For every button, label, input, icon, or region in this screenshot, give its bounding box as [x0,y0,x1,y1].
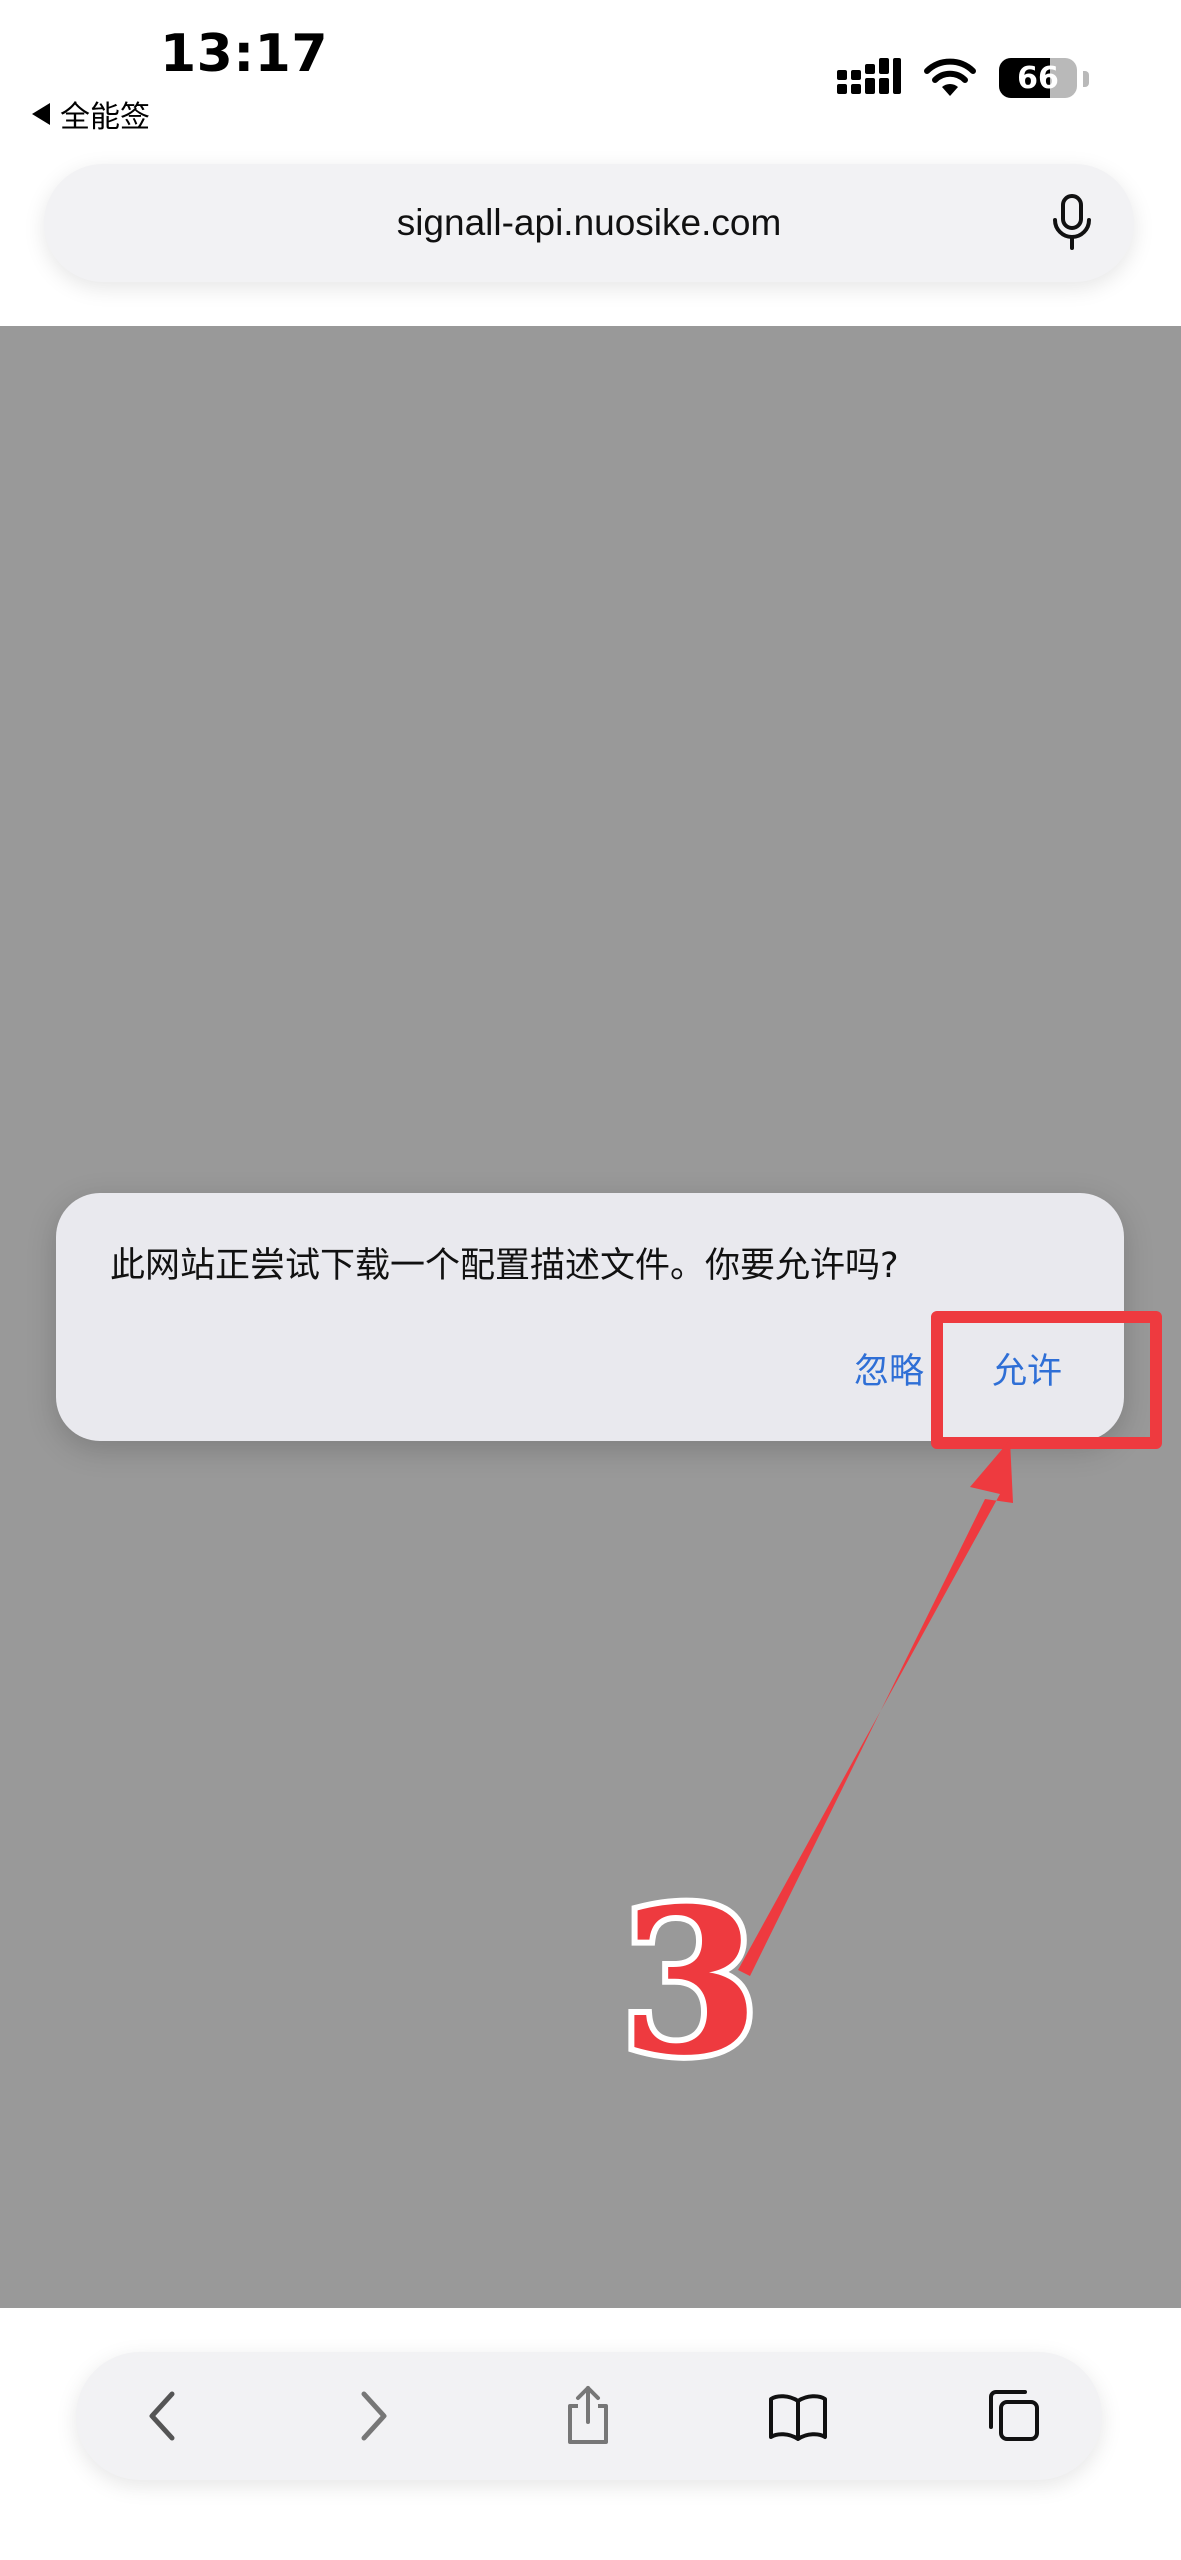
screen: 13:17 全能签 66 signall-api.nuosike.com 此网站… [0,0,1181,2560]
url-text: signall-api.nuosike.com [396,202,782,243]
battery-icon: 66 [999,58,1077,98]
ignore-button[interactable]: 忽略 [854,1343,924,1394]
address-bar[interactable]: signall-api.nuosike.com [44,164,1134,282]
status-indicators: 66 [837,58,1077,98]
allow-highlight-box [931,1311,1162,1449]
status-time: 13:17 [160,24,329,84]
toolbar-pill [76,2352,1102,2480]
wifi-icon [924,58,976,96]
bookmarks-button[interactable] [756,2374,840,2458]
forward-button[interactable] [332,2374,416,2458]
back-button[interactable] [120,2374,204,2458]
bottom-toolbar [0,2308,1181,2560]
battery-tip [1083,71,1089,87]
alert-message: 此网站正尝试下载一个配置描述文件。你要允许吗? [110,1246,899,1286]
forward-icon [361,2391,387,2441]
back-to-app-button[interactable]: 全能签 [32,92,150,136]
back-triangle-icon [32,103,50,125]
back-app-label: 全能签 [60,100,150,135]
share-button[interactable] [546,2374,630,2458]
share-icon [568,2386,608,2444]
battery-level: 66 [1017,60,1059,96]
cellular-signal-icon [837,58,901,94]
tabs-button[interactable] [972,2374,1056,2458]
tabs-icon [989,2390,1039,2441]
back-icon [149,2391,175,2441]
bookmarks-icon [769,2394,827,2441]
microphone-icon[interactable] [1050,194,1094,252]
